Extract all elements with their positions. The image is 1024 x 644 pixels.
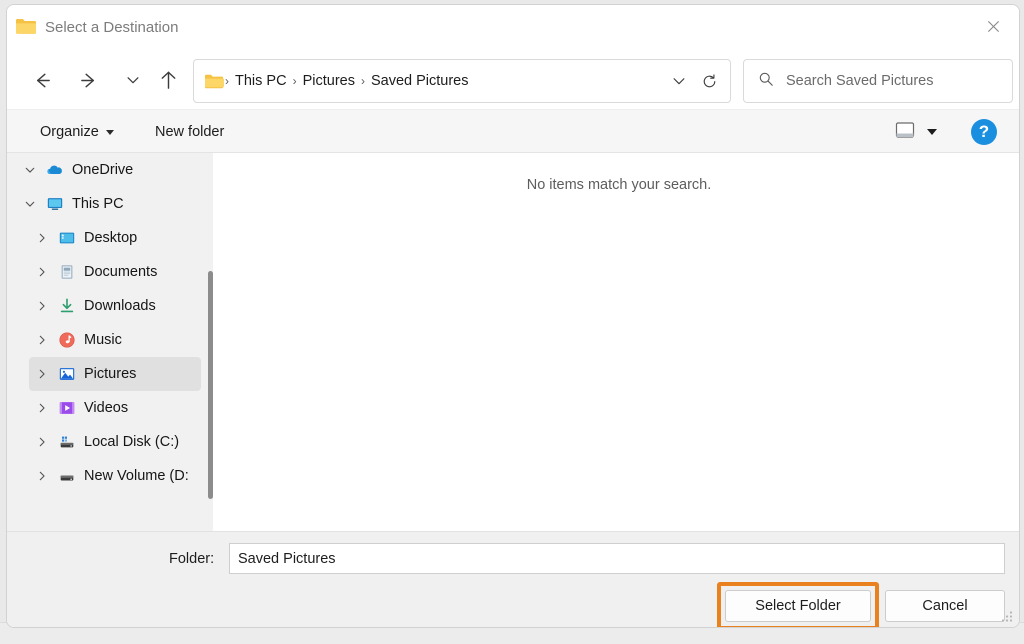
chevron-right-icon[interactable] bbox=[29, 368, 55, 380]
chevron-right-icon[interactable] bbox=[29, 232, 55, 244]
breadcrumb-pictures[interactable]: Pictures bbox=[298, 70, 360, 92]
sidebar-item-label: Downloads bbox=[84, 298, 156, 314]
sidebar-item-label: Pictures bbox=[84, 366, 137, 382]
sidebar-item-local-disk-c[interactable]: Local Disk (C:) bbox=[29, 425, 201, 459]
dialog-body: OneDrive This PC Desktop Documents Downloads… bbox=[7, 153, 1019, 533]
navigation-pane: OneDrive This PC Desktop Documents Downloads… bbox=[7, 153, 213, 533]
sidebar-item-label: This PC bbox=[72, 196, 124, 212]
arrow-right-icon[interactable] bbox=[70, 61, 108, 99]
command-toolbar: Organize New folder ? bbox=[7, 109, 1019, 153]
sidebar-item-label: Videos bbox=[84, 400, 129, 416]
caret-down-icon bbox=[105, 129, 114, 135]
search-icon bbox=[758, 71, 774, 92]
breadcrumb-saved-pictures[interactable]: Saved Pictures bbox=[366, 70, 474, 92]
folder-tree: OneDrive This PC Desktop Documents Downloads… bbox=[7, 153, 213, 493]
chevron-down-icon[interactable] bbox=[17, 198, 43, 210]
chevron-right-icon[interactable] bbox=[29, 334, 55, 346]
folder-name-value: Saved Pictures bbox=[238, 550, 336, 567]
navigation-bar: › This PC › Pictures › Saved Pictures Se… bbox=[7, 51, 1019, 109]
organize-label: Organize bbox=[40, 124, 99, 140]
sidebar-item-label: Desktop bbox=[84, 230, 138, 246]
cancel-button[interactable]: Cancel bbox=[885, 590, 1005, 622]
sidebar-scrollbar-thumb[interactable] bbox=[208, 271, 213, 499]
refresh-icon[interactable] bbox=[694, 66, 724, 96]
file-list-area[interactable]: No items match your search. bbox=[219, 153, 1019, 533]
chevron-right-icon[interactable] bbox=[29, 436, 55, 448]
sidebar-scrollbar[interactable] bbox=[205, 271, 213, 499]
arrow-left-icon[interactable] bbox=[22, 61, 60, 99]
window-title: Select a Destination bbox=[45, 19, 179, 36]
sidebar-item-label: Music bbox=[84, 332, 122, 348]
breadcrumb-this-pc[interactable]: This PC bbox=[230, 70, 292, 92]
dialog-footer: Folder: Saved Pictures Select Folder Can… bbox=[7, 531, 1019, 627]
new-folder-button[interactable]: New folder bbox=[147, 118, 232, 146]
caret-down-icon bbox=[927, 129, 937, 135]
search-input[interactable]: Search Saved Pictures bbox=[743, 59, 1013, 103]
sidebar-item-label: Local Disk (C:) bbox=[84, 434, 180, 450]
sidebar-item-new-volume-d[interactable]: New Volume (D: bbox=[29, 459, 201, 493]
help-icon[interactable]: ? bbox=[971, 119, 997, 145]
chevron-right-icon[interactable] bbox=[29, 300, 55, 312]
address-bar[interactable]: › This PC › Pictures › Saved Pictures bbox=[193, 59, 731, 103]
sidebar-item-documents[interactable]: Documents bbox=[29, 255, 201, 289]
resize-grip-icon[interactable] bbox=[1000, 609, 1014, 623]
sidebar-item-label: New Volume (D: bbox=[84, 468, 189, 484]
organize-button[interactable]: Organize bbox=[32, 118, 122, 146]
select-destination-dialog: Select a Destination › This PC › Picture… bbox=[6, 4, 1020, 628]
sidebar-item-label: Documents bbox=[84, 264, 158, 280]
local-disk-icon bbox=[55, 433, 79, 451]
sidebar-item-pictures[interactable]: Pictures bbox=[29, 357, 201, 391]
breadcrumb-separator: › bbox=[292, 74, 297, 88]
sidebar-item-label: OneDrive bbox=[72, 162, 134, 178]
sidebar-item-onedrive[interactable]: OneDrive bbox=[17, 153, 201, 187]
desktop-icon bbox=[55, 229, 79, 247]
onedrive-cloud-icon bbox=[43, 161, 67, 179]
documents-icon bbox=[55, 263, 79, 281]
downloads-icon bbox=[55, 297, 79, 315]
chevron-right-icon[interactable] bbox=[29, 470, 55, 482]
sidebar-item-this-pc[interactable]: This PC bbox=[17, 187, 201, 221]
sidebar-item-downloads[interactable]: Downloads bbox=[29, 289, 201, 323]
this-pc-monitor-icon bbox=[43, 195, 67, 213]
title-bar: Select a Destination bbox=[7, 5, 1019, 51]
pictures-icon bbox=[55, 365, 79, 383]
select-folder-button[interactable]: Select Folder bbox=[725, 590, 871, 622]
drive-icon bbox=[55, 467, 79, 485]
chevron-down-icon[interactable] bbox=[664, 66, 694, 96]
folder-field-label: Folder: bbox=[169, 551, 215, 567]
preview-pane-icon bbox=[895, 121, 915, 144]
sidebar-item-music[interactable]: Music bbox=[29, 323, 201, 357]
chevron-right-icon[interactable] bbox=[29, 402, 55, 414]
arrow-up-icon[interactable] bbox=[149, 61, 187, 99]
videos-icon bbox=[55, 399, 79, 417]
sidebar-item-videos[interactable]: Videos bbox=[29, 391, 201, 425]
folder-name-input[interactable]: Saved Pictures bbox=[229, 543, 1005, 574]
close-icon[interactable] bbox=[971, 9, 1015, 43]
chevron-right-icon[interactable] bbox=[29, 266, 55, 278]
folder-icon bbox=[15, 17, 37, 35]
chevron-down-icon[interactable] bbox=[114, 61, 152, 99]
chevron-down-icon[interactable] bbox=[17, 164, 43, 176]
folder-icon bbox=[204, 73, 224, 89]
search-placeholder: Search Saved Pictures bbox=[786, 73, 934, 89]
empty-state-message: No items match your search. bbox=[526, 177, 712, 193]
new-folder-label: New folder bbox=[155, 124, 225, 140]
sidebar-item-desktop[interactable]: Desktop bbox=[29, 221, 201, 255]
view-options-button[interactable] bbox=[895, 118, 937, 146]
music-icon bbox=[55, 331, 79, 349]
